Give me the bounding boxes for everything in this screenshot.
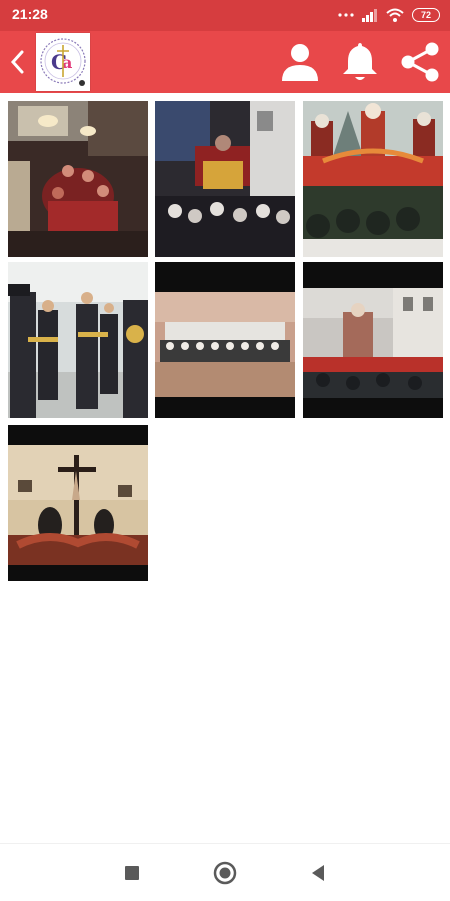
back-button[interactable] — [6, 47, 30, 77]
photo-6[interactable] — [303, 262, 443, 418]
home-icon — [213, 861, 237, 885]
app-bar: C a — [0, 31, 450, 93]
photo-3-image — [303, 101, 443, 257]
logo-emblem: C a — [40, 38, 86, 86]
back-icon — [10, 50, 24, 74]
share-button[interactable] — [398, 41, 442, 83]
signal-icon — [362, 9, 377, 22]
recents-button[interactable] — [117, 858, 147, 888]
status-bar: 21:28 72 — [0, 0, 450, 31]
brotherhood-logo[interactable]: C a — [36, 33, 90, 91]
photo-7[interactable] — [8, 425, 148, 581]
photo-7-image — [8, 425, 148, 581]
photo-5-image — [155, 262, 295, 418]
photo-4[interactable] — [8, 262, 148, 418]
photo-1[interactable] — [8, 101, 148, 257]
status-time: 21:28 — [12, 6, 48, 22]
back-nav-button[interactable] — [303, 858, 333, 888]
more-dots-icon — [338, 13, 354, 17]
status-icons: 72 — [338, 7, 440, 23]
system-nav-bar — [0, 843, 450, 901]
recents-icon — [125, 866, 139, 880]
photo-2-image — [155, 101, 295, 257]
profile-icon — [282, 44, 318, 81]
photo-5[interactable] — [155, 262, 295, 418]
photo-6-image — [303, 262, 443, 418]
share-icon — [401, 42, 439, 82]
notifications-button[interactable] — [338, 41, 382, 83]
back-nav-icon — [312, 865, 324, 881]
profile-button[interactable] — [278, 41, 322, 83]
home-button[interactable] — [210, 858, 240, 888]
photo-2[interactable] — [155, 101, 295, 257]
photo-3[interactable] — [303, 101, 443, 257]
photo-1-image — [8, 101, 148, 257]
photo-4-image — [8, 262, 148, 418]
bell-icon — [343, 43, 377, 80]
wifi-icon — [386, 8, 404, 22]
battery-icon: 72 — [412, 8, 440, 22]
